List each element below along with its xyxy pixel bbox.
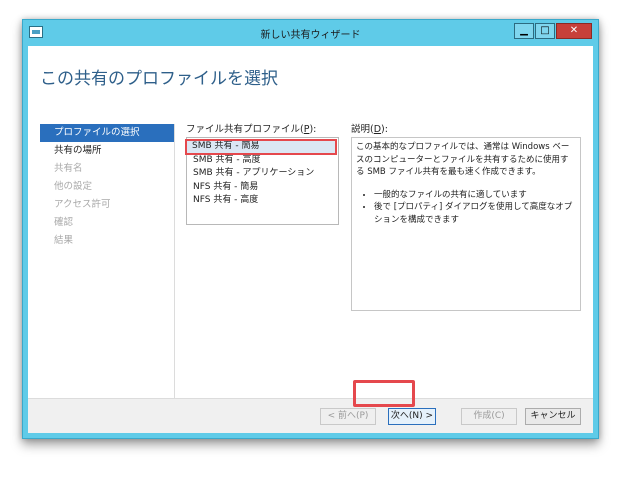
profile-option-smb-applications[interactable]: SMB 共有 - アプリケーション	[187, 167, 338, 181]
profile-option-smb-advanced[interactable]: SMB 共有 - 高度	[187, 154, 338, 168]
profile-option-nfs-advanced[interactable]: NFS 共有 - 高度	[187, 194, 338, 208]
wizard-content: この共有のプロファイルを選択 プロファイルの選択 共有の場所 共有名 他の設定 …	[28, 46, 593, 433]
window-title: 新しい共有ウィザード	[260, 30, 361, 41]
step-other-settings: 他の設定	[54, 181, 93, 192]
close-button[interactable]: ✕	[556, 23, 592, 39]
profile-list[interactable]: SMB 共有 - 簡易 SMB 共有 - 高度 SMB 共有 - アプリケーショ…	[185, 137, 339, 225]
step-results: 結果	[54, 235, 74, 246]
step-permissions: アクセス許可	[54, 199, 111, 210]
maximize-button[interactable]: □	[535, 23, 555, 39]
title-bar[interactable]: 新しい共有ウィザード ▁ □ ✕	[23, 20, 598, 46]
description-box: この基本的なプロファイルでは、通常は Windows ベースのコンピューターとフ…	[351, 137, 581, 311]
profile-list-label: ファイル共有プロファイル(P):	[186, 124, 317, 135]
cancel-button[interactable]: キャンセル	[525, 408, 581, 425]
description-bullet: 後で [プロパティ] ダイアログを使用して高度なオプションを構成できます	[374, 201, 576, 226]
minimize-button[interactable]: ▁	[514, 23, 534, 39]
step-share-location[interactable]: 共有の場所	[40, 142, 175, 160]
nav-divider	[174, 124, 175, 408]
description-label: 説明(D):	[351, 124, 388, 135]
wizard-footer: < 前へ(P) 次へ(N) > 作成(C) キャンセル	[28, 398, 593, 433]
description-text: この基本的なプロファイルでは、通常は Windows ベースのコンピューターとフ…	[356, 142, 570, 177]
description-bullet: 一般的なファイルの共有に適しています	[374, 189, 576, 202]
create-button[interactable]: 作成(C)	[461, 408, 517, 425]
profile-option-nfs-quick[interactable]: NFS 共有 - 簡易	[187, 181, 338, 195]
wizard-steps: プロファイルの選択 共有の場所 共有名 他の設定 アクセス許可 確認 結果	[40, 124, 175, 250]
profile-option-smb-quick[interactable]: SMB 共有 - 簡易	[185, 139, 337, 155]
page-title: この共有のプロファイルを選択	[40, 69, 278, 89]
previous-button[interactable]: < 前へ(P)	[320, 408, 376, 425]
step-share-name: 共有名	[54, 163, 83, 174]
next-button[interactable]: 次へ(N) >	[388, 408, 436, 425]
description-bullets: 一般的なファイルの共有に適しています 後で [プロパティ] ダイアログを使用して…	[356, 189, 576, 227]
step-confirmation: 確認	[54, 217, 74, 228]
wizard-window: 新しい共有ウィザード ▁ □ ✕ この共有のプロファイルを選択 プロファイルの選…	[22, 19, 599, 439]
step-select-profile[interactable]: プロファイルの選択	[40, 124, 175, 142]
